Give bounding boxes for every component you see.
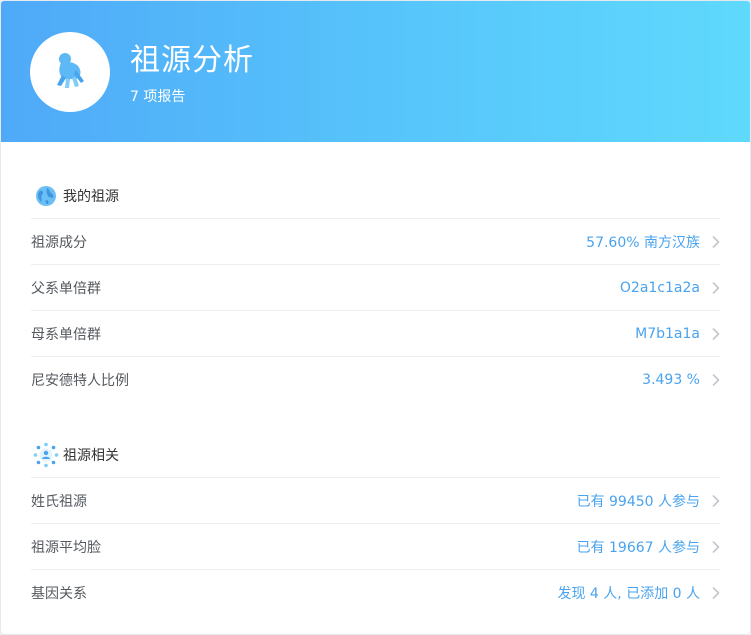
row-value: 3.493 % bbox=[642, 372, 700, 388]
row-paternal-haplogroup[interactable]: 父系单倍群 O2a1c1a2a bbox=[31, 265, 720, 311]
chevron-right-icon bbox=[712, 494, 720, 507]
row-maternal-haplogroup[interactable]: 母系单倍群 M7b1a1a bbox=[31, 311, 720, 357]
chevron-right-icon bbox=[712, 235, 720, 248]
row-right: 3.493 % bbox=[642, 372, 720, 388]
row-value: 已有 99450 人参与 bbox=[576, 493, 700, 510]
avatar bbox=[30, 32, 110, 112]
row-value: 57.60% 南方汉族 bbox=[586, 234, 700, 251]
row-value: 发现 4 人, 已添加 0 人 bbox=[557, 586, 700, 602]
header-banner: 祖源分析 7 项报告 bbox=[1, 1, 750, 142]
section-my-ancestry: 我的祖源 祖源成分 57.60% 南方汉族 父系单倍群 O2a1c1a2a 母系… bbox=[31, 173, 720, 403]
chevron-right-icon bbox=[712, 374, 720, 386]
chevron-right-icon bbox=[712, 587, 720, 599]
row-surname-origin[interactable]: 姓氏祖源 已有 99450 人参与 bbox=[31, 478, 720, 524]
chevron-right-icon bbox=[712, 281, 720, 294]
row-right: 57.60% 南方汉族 bbox=[586, 232, 720, 252]
ape-icon bbox=[48, 48, 92, 96]
row-label: 祖源成分 bbox=[31, 234, 87, 251]
globe-icon bbox=[33, 183, 59, 209]
row-value: O2a1c1a2a bbox=[619, 279, 700, 296]
row-right: M7b1a1a bbox=[635, 326, 720, 342]
chevron-right-icon bbox=[712, 327, 720, 340]
section-title: 我的祖源 bbox=[63, 188, 119, 205]
row-neanderthal-ratio[interactable]: 尼安德特人比例 3.493 % bbox=[31, 357, 720, 403]
section-ancestry-related: 祖源相关 姓氏祖源 已有 99450 人参与 祖源平均脸 已有 19667 人参… bbox=[31, 432, 720, 616]
row-label: 尼安德特人比例 bbox=[31, 373, 129, 389]
row-label: 姓氏祖源 bbox=[31, 493, 87, 510]
row-average-face[interactable]: 祖源平均脸 已有 19667 人参与 bbox=[31, 524, 720, 570]
people-network-icon bbox=[33, 442, 59, 468]
row-right: O2a1c1a2a bbox=[620, 280, 720, 296]
chevron-right-icon bbox=[712, 540, 720, 553]
row-right: 已有 99450 人参与 bbox=[577, 491, 720, 511]
report-count: 7 项报告 bbox=[130, 89, 186, 105]
section-title: 祖源相关 bbox=[63, 447, 119, 464]
row-label: 母系单倍群 bbox=[31, 326, 101, 343]
row-label: 基因关系 bbox=[31, 586, 87, 602]
row-genetic-relations[interactable]: 基因关系 发现 4 人, 已添加 0 人 bbox=[31, 570, 720, 616]
row-ancestry-composition[interactable]: 祖源成分 57.60% 南方汉族 bbox=[31, 219, 720, 265]
row-value: M7b1a1a bbox=[635, 325, 700, 342]
row-label: 祖源平均脸 bbox=[31, 539, 101, 556]
section-header: 祖源相关 bbox=[31, 432, 720, 478]
ancestry-card: 祖源分析 7 项报告 我的祖源 祖源成分 57.60% 南方汉族 父系单倍群 O… bbox=[0, 0, 751, 635]
row-right: 发现 4 人, 已添加 0 人 bbox=[557, 583, 720, 603]
page-title: 祖源分析 bbox=[130, 43, 254, 78]
row-right: 已有 19667 人参与 bbox=[577, 537, 720, 557]
row-label: 父系单倍群 bbox=[31, 280, 101, 297]
row-value: 已有 19667 人参与 bbox=[576, 539, 700, 556]
section-header: 我的祖源 bbox=[31, 173, 720, 219]
